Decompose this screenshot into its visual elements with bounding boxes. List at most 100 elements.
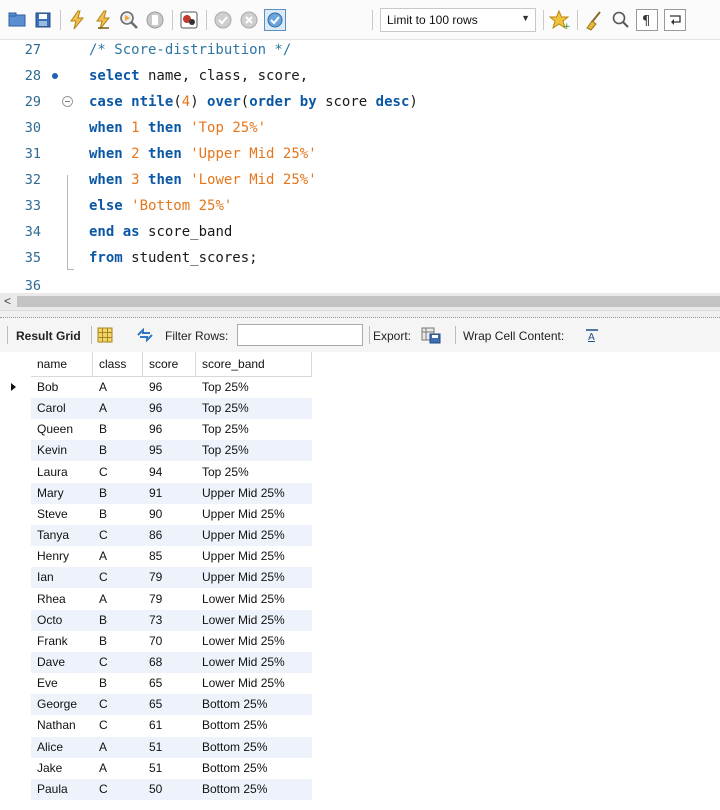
cell-class[interactable]: C [99, 567, 143, 588]
column-header-score-band[interactable]: score_band [196, 352, 312, 377]
cell-name[interactable]: Frank [37, 631, 93, 652]
table-row[interactable]: Tanya C 86 Upper Mid 25% [0, 525, 312, 547]
cell-score[interactable]: 96 [149, 377, 196, 398]
cell-score-band[interactable]: Upper Mid 25% [202, 483, 312, 504]
cell-class[interactable]: B [99, 483, 143, 504]
cell-score-band[interactable]: Bottom 25% [202, 779, 312, 800]
cell-score-band[interactable]: Bottom 25% [202, 758, 312, 779]
cell-class[interactable]: A [99, 377, 143, 398]
cell-name[interactable]: Eve [37, 673, 93, 694]
table-row[interactable]: Carol A 96 Top 25% [0, 398, 312, 420]
add-snippet-icon[interactable]: + [548, 9, 571, 32]
result-grid-tab[interactable]: Result Grid [16, 329, 81, 343]
cell-class[interactable]: C [99, 715, 143, 736]
cell-score[interactable]: 90 [149, 504, 196, 525]
execute-icon[interactable] [66, 9, 88, 31]
editor-horizontal-scrollbar[interactable]: < [0, 293, 720, 310]
cell-name[interactable]: Laura [37, 462, 93, 483]
cell-class[interactable]: B [99, 673, 143, 694]
cell-class[interactable]: C [99, 694, 143, 715]
cell-class[interactable]: B [99, 440, 143, 461]
cell-score-band[interactable]: Top 25% [202, 377, 312, 398]
cell-score[interactable]: 50 [149, 779, 196, 800]
cell-name[interactable]: Bob [37, 377, 93, 398]
table-row[interactable]: Octo B 73 Lower Mid 25% [0, 609, 312, 631]
column-header-score[interactable]: score [143, 352, 196, 377]
rollback-icon[interactable] [238, 9, 260, 31]
cell-name[interactable]: Ian [37, 567, 93, 588]
result-grid[interactable]: name class score score_band Bob A 96 Top 25% Car… [0, 352, 720, 810]
cell-class[interactable]: B [99, 610, 143, 631]
cell-score-band[interactable]: Bottom 25% [202, 737, 312, 758]
explain-icon[interactable] [118, 9, 140, 31]
cell-name[interactable]: Octo [37, 610, 93, 631]
table-row[interactable]: Frank B 70 Lower Mid 25% [0, 631, 312, 652]
cell-score-band[interactable]: Upper Mid 25% [202, 525, 312, 546]
cell-score[interactable]: 79 [149, 589, 196, 610]
cell-class[interactable]: A [99, 589, 143, 610]
cell-class[interactable]: C [99, 525, 143, 546]
cell-score[interactable]: 68 [149, 652, 196, 673]
cell-name[interactable]: Jake [37, 758, 93, 779]
cell-score-band[interactable]: Top 25% [202, 398, 312, 419]
scroll-left-icon[interactable]: < [4, 293, 11, 310]
cell-name[interactable]: Mary [37, 483, 93, 504]
cell-name[interactable]: Kevin [37, 440, 93, 461]
table-row[interactable]: Jake A 51 Bottom 25% [0, 758, 312, 779]
cell-score[interactable]: 65 [149, 694, 196, 715]
cell-score-band[interactable]: Bottom 25% [202, 715, 312, 736]
cell-score[interactable]: 94 [149, 462, 196, 483]
cell-score-band[interactable]: Top 25% [202, 440, 312, 461]
table-row[interactable]: Mary B 91 Upper Mid 25% [0, 482, 312, 504]
table-row[interactable]: Queen B 96 Top 25% [0, 419, 312, 440]
cell-class[interactable]: A [99, 398, 143, 419]
table-row[interactable]: Bob A 96 Top 25% [0, 377, 312, 398]
cell-score-band[interactable]: Upper Mid 25% [202, 546, 312, 567]
scrollbar-thumb[interactable] [17, 296, 720, 307]
sql-editor[interactable]: 27 /* Score-distribution */ 28 select na… [0, 40, 720, 293]
table-row[interactable]: Paula C 50 Bottom 25% [0, 778, 312, 800]
cell-class[interactable]: A [99, 737, 143, 758]
cell-name[interactable]: Paula [37, 779, 93, 800]
cell-score[interactable]: 73 [149, 610, 196, 631]
cell-class[interactable]: A [99, 758, 143, 779]
export-icon[interactable] [421, 326, 441, 344]
cell-score-band[interactable]: Lower Mid 25% [202, 610, 312, 631]
cell-score-band[interactable]: Lower Mid 25% [202, 652, 312, 673]
stop-icon[interactable] [144, 9, 166, 31]
cell-name[interactable]: Queen [37, 419, 93, 440]
save-icon[interactable] [32, 9, 54, 31]
cell-score[interactable]: 85 [149, 546, 196, 567]
cell-score[interactable]: 61 [149, 715, 196, 736]
column-header-name[interactable]: name [31, 352, 93, 377]
cell-score-band[interactable]: Bottom 25% [202, 694, 312, 715]
table-row[interactable]: Dave C 68 Lower Mid 25% [0, 651, 312, 673]
execute-current-icon[interactable] [92, 9, 114, 31]
table-row[interactable]: George C 65 Bottom 25% [0, 694, 312, 716]
table-row[interactable]: Rhea A 79 Lower Mid 25% [0, 589, 312, 610]
filter-rows-input[interactable] [237, 324, 363, 346]
table-row[interactable]: Alice A 51 Bottom 25% [0, 736, 312, 758]
cell-name[interactable]: Nathan [37, 715, 93, 736]
cell-score[interactable]: 70 [149, 631, 196, 652]
open-folder-icon[interactable] [6, 9, 28, 31]
cell-score[interactable]: 65 [149, 673, 196, 694]
cell-score[interactable]: 96 [149, 398, 196, 419]
cell-class[interactable]: B [99, 631, 143, 652]
commit-icon[interactable] [212, 9, 234, 31]
cell-name[interactable]: Steve [37, 504, 93, 525]
cell-name[interactable]: Carol [37, 398, 93, 419]
refresh-icon[interactable] [135, 326, 155, 344]
cell-score[interactable]: 91 [149, 483, 196, 504]
toggle-error-icon[interactable] [178, 9, 200, 31]
panel-splitter[interactable] [0, 310, 720, 318]
table-row[interactable]: Henry A 85 Upper Mid 25% [0, 546, 312, 567]
cell-score[interactable]: 96 [149, 419, 196, 440]
beautify-icon[interactable] [583, 9, 605, 31]
cell-score-band[interactable]: Upper Mid 25% [202, 504, 312, 525]
cell-name[interactable]: George [37, 694, 93, 715]
limit-rows-select[interactable]: Limit to 100 rows ▼ [380, 8, 536, 32]
cell-score-band[interactable]: Lower Mid 25% [202, 673, 312, 694]
fold-toggle-icon[interactable] [62, 96, 73, 107]
find-icon[interactable] [610, 9, 632, 31]
